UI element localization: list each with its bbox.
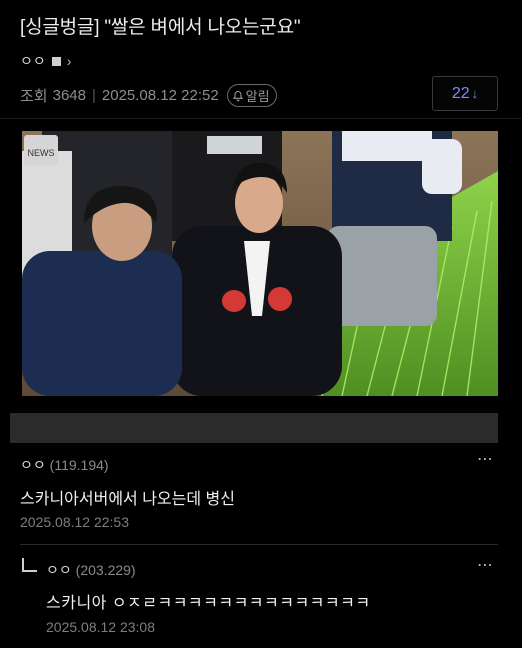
- post-photo[interactable]: NEWS: [22, 131, 498, 396]
- news-logo-text: NEWS: [28, 148, 55, 158]
- comment-divider: [20, 544, 498, 545]
- views-label: 조회: [20, 88, 48, 105]
- view-count: 3648: [52, 87, 86, 104]
- comment-author-ip: (119.194): [49, 457, 109, 473]
- comment-author-name: ㅇㅇ: [20, 457, 46, 473]
- down-arrow-icon: ↓: [471, 86, 479, 101]
- more-options-icon[interactable]: ⋯: [477, 555, 494, 575]
- reply-text: 스카니아 ㅇㅈㄹㅋㅋㅋㅋㅋㅋㅋㅋㅋㅋㅋㅋㅋㅋ: [46, 595, 371, 612]
- post-author[interactable]: ㅇㅇ ›: [20, 51, 71, 71]
- post-meta: 조회 3648 | 2025.08.12 22:52 알림: [20, 84, 277, 107]
- post-title: [싱글벙글] "쌀은 벼에서 나오는군요": [20, 17, 301, 38]
- comment-date: 2025.08.12 22:53: [20, 514, 129, 530]
- photo-caption-bar: [10, 413, 498, 443]
- reply-arrow-icon: [22, 558, 37, 572]
- comment-count-button[interactable]: 22 ↓: [432, 76, 498, 111]
- reply-author[interactable]: ㅇㅇ (203.229): [46, 560, 136, 580]
- more-options-icon[interactable]: ⋯: [477, 449, 494, 469]
- bell-icon: [232, 90, 243, 101]
- header-divider: [0, 118, 522, 119]
- author-name: ㅇㅇ: [20, 53, 46, 69]
- comment-count: 22: [451, 84, 470, 102]
- user-badge-icon: [51, 56, 61, 66]
- reply-date: 2025.08.12 23:08: [46, 619, 155, 635]
- alarm-button[interactable]: 알림: [226, 84, 277, 107]
- comment-author[interactable]: ㅇㅇ (119.194): [20, 455, 109, 475]
- comment-text: 스카니아서버에서 나오는데 병신: [20, 491, 235, 508]
- reply-author-ip: (203.229): [75, 562, 136, 578]
- chevron-right-icon: ›: [66, 53, 72, 69]
- post-datetime: 2025.08.12 22:52: [101, 87, 219, 104]
- reply-author-name: ㅇㅇ: [46, 562, 72, 578]
- meta-divider: |: [91, 87, 96, 104]
- alarm-label: 알림: [245, 89, 270, 104]
- news-photo-image: NEWS: [22, 131, 498, 396]
